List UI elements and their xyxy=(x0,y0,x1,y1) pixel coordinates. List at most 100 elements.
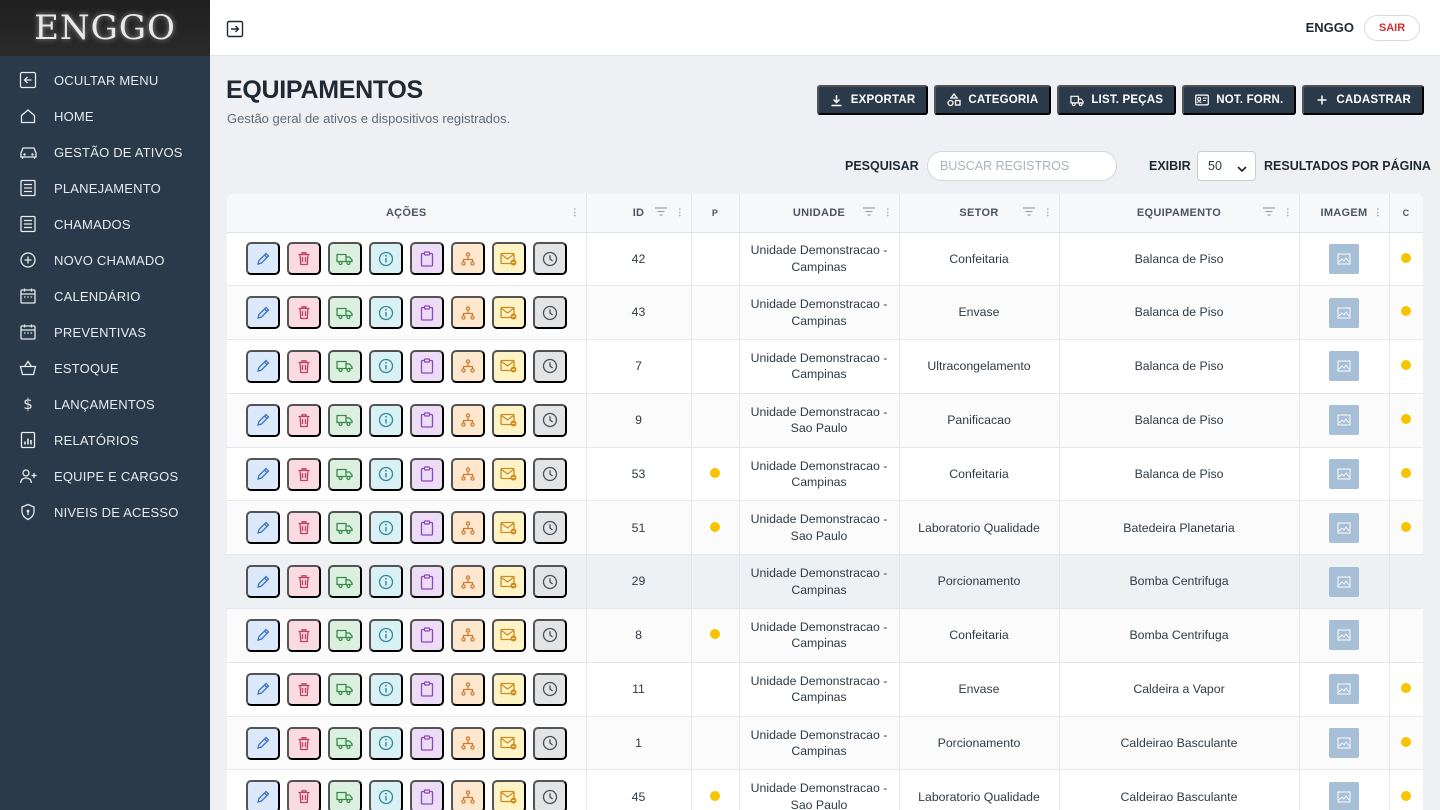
history-button[interactable] xyxy=(532,565,567,599)
history-button[interactable] xyxy=(532,726,567,760)
delete-button[interactable] xyxy=(286,618,321,652)
equipment-thumbnail[interactable] xyxy=(1329,459,1359,490)
edit-button[interactable] xyxy=(245,511,280,545)
filter-icon[interactable] xyxy=(654,207,667,219)
clipboard-button[interactable] xyxy=(409,349,444,383)
clipboard-button[interactable] xyxy=(409,403,444,437)
edit-button[interactable] xyxy=(245,403,280,437)
export-button[interactable]: EXPORTAR xyxy=(816,85,929,115)
shipping-button[interactable] xyxy=(327,565,362,599)
edit-button[interactable] xyxy=(245,565,280,599)
sidebar-item-1[interactable]: HOME xyxy=(0,98,210,134)
table-row[interactable]: 29 Unidade Demonstracao - Campinas Porcio… xyxy=(227,554,1423,610)
clipboard-button[interactable] xyxy=(409,242,444,276)
delete-button[interactable] xyxy=(286,403,321,437)
history-button[interactable] xyxy=(532,296,567,330)
clipboard-button[interactable] xyxy=(409,672,444,706)
edit-button[interactable] xyxy=(245,618,280,652)
equipment-thumbnail[interactable] xyxy=(1329,512,1359,543)
hierarchy-button[interactable] xyxy=(450,672,485,706)
sidebar-item-9[interactable]: $ LANÇAMENTOS xyxy=(0,386,210,422)
equipment-thumbnail[interactable] xyxy=(1329,351,1359,382)
col-unit[interactable]: UNIDADE ⋮ xyxy=(739,194,900,233)
shipping-button[interactable] xyxy=(327,780,362,810)
info-button[interactable] xyxy=(368,457,403,491)
table-row[interactable]: 11 Unidade Demonstracao - Campinas Envase… xyxy=(227,662,1423,717)
hierarchy-button[interactable] xyxy=(450,457,485,491)
shipping-button[interactable] xyxy=(327,349,362,383)
hierarchy-button[interactable] xyxy=(450,403,485,437)
equipment-thumbnail[interactable] xyxy=(1329,728,1359,759)
shipping-button[interactable] xyxy=(327,672,362,706)
col-c[interactable]: C xyxy=(1389,194,1423,233)
info-button[interactable] xyxy=(368,242,403,276)
table-row[interactable]: 9 Unidade Demonstracao - Sao Paulo Panifi… xyxy=(227,393,1423,448)
info-button[interactable] xyxy=(368,618,403,652)
history-button[interactable] xyxy=(532,618,567,652)
equipment-thumbnail[interactable] xyxy=(1329,297,1359,328)
register-button[interactable]: CADASTRAR xyxy=(1302,85,1424,115)
edit-button[interactable] xyxy=(245,296,280,330)
mail-button[interactable] xyxy=(491,726,526,760)
equipment-thumbnail[interactable] xyxy=(1329,620,1359,651)
shipping-button[interactable] xyxy=(327,511,362,545)
edit-button[interactable] xyxy=(245,349,280,383)
sidebar-item-3[interactable]: PLANEJAMENTO xyxy=(0,170,210,206)
sidebar-item-0[interactable]: OCULTAR MENU xyxy=(0,62,210,98)
sidebar-item-4[interactable]: CHAMADOS xyxy=(0,206,210,242)
equipment-thumbnail[interactable] xyxy=(1329,243,1359,274)
table-row[interactable]: 8 Unidade Demonstracao - Campinas Confeit… xyxy=(227,608,1423,663)
history-button[interactable] xyxy=(532,780,567,810)
delete-button[interactable] xyxy=(286,726,321,760)
col-id[interactable]: ID ⋮ xyxy=(586,194,692,233)
mail-button[interactable] xyxy=(491,511,526,545)
filter-icon[interactable] xyxy=(1022,207,1035,219)
hierarchy-button[interactable] xyxy=(450,242,485,276)
edit-button[interactable] xyxy=(245,457,280,491)
clipboard-button[interactable] xyxy=(409,618,444,652)
sidebar-item-6[interactable]: CALENDÁRIO xyxy=(0,278,210,314)
sidebar-item-11[interactable]: EQUIPE E CARGOS xyxy=(0,458,210,494)
table-row[interactable]: 7 Unidade Demonstracao - Campinas Ultraco… xyxy=(227,339,1423,394)
edit-button[interactable] xyxy=(245,780,280,810)
clipboard-button[interactable] xyxy=(409,565,444,599)
mail-button[interactable] xyxy=(491,403,526,437)
mail-button[interactable] xyxy=(491,296,526,330)
col-image[interactable]: IMAGEM ⋮ xyxy=(1299,194,1390,233)
logout-button[interactable]: SAIR xyxy=(1364,15,1420,41)
info-button[interactable] xyxy=(368,511,403,545)
clipboard-button[interactable] xyxy=(409,457,444,491)
info-button[interactable] xyxy=(368,672,403,706)
hierarchy-button[interactable] xyxy=(450,349,485,383)
history-button[interactable] xyxy=(532,403,567,437)
table-row[interactable]: 1 Unidade Demonstracao - Campinas Porcion… xyxy=(227,716,1423,771)
sidebar-item-2[interactable]: GESTÃO DE ATIVOS xyxy=(0,134,210,170)
filter-icon[interactable] xyxy=(1262,207,1275,219)
page-size-select[interactable]: 50 xyxy=(1197,151,1256,181)
info-button[interactable] xyxy=(368,403,403,437)
edit-button[interactable] xyxy=(245,242,280,276)
sidebar-item-8[interactable]: ESTOQUE xyxy=(0,350,210,386)
mail-button[interactable] xyxy=(491,672,526,706)
shipping-button[interactable] xyxy=(327,726,362,760)
filter-icon[interactable] xyxy=(862,207,875,219)
info-button[interactable] xyxy=(368,296,403,330)
hierarchy-button[interactable] xyxy=(450,511,485,545)
shipping-button[interactable] xyxy=(327,618,362,652)
shipping-button[interactable] xyxy=(327,242,362,276)
delete-button[interactable] xyxy=(286,565,321,599)
info-button[interactable] xyxy=(368,349,403,383)
table-row[interactable]: 43 Unidade Demonstracao - Campinas Envase… xyxy=(227,285,1423,341)
info-button[interactable] xyxy=(368,726,403,760)
clipboard-button[interactable] xyxy=(409,726,444,760)
history-button[interactable] xyxy=(532,242,567,276)
table-row[interactable]: 45 Unidade Demonstracao - Sao Paulo Labor… xyxy=(227,769,1423,810)
hierarchy-button[interactable] xyxy=(450,780,485,810)
col-sector[interactable]: SETOR ⋮ xyxy=(899,194,1060,233)
equipment-thumbnail[interactable] xyxy=(1329,781,1359,810)
hierarchy-button[interactable] xyxy=(450,726,485,760)
info-button[interactable] xyxy=(368,780,403,810)
mail-button[interactable] xyxy=(491,618,526,652)
history-button[interactable] xyxy=(532,672,567,706)
clipboard-button[interactable] xyxy=(409,296,444,330)
